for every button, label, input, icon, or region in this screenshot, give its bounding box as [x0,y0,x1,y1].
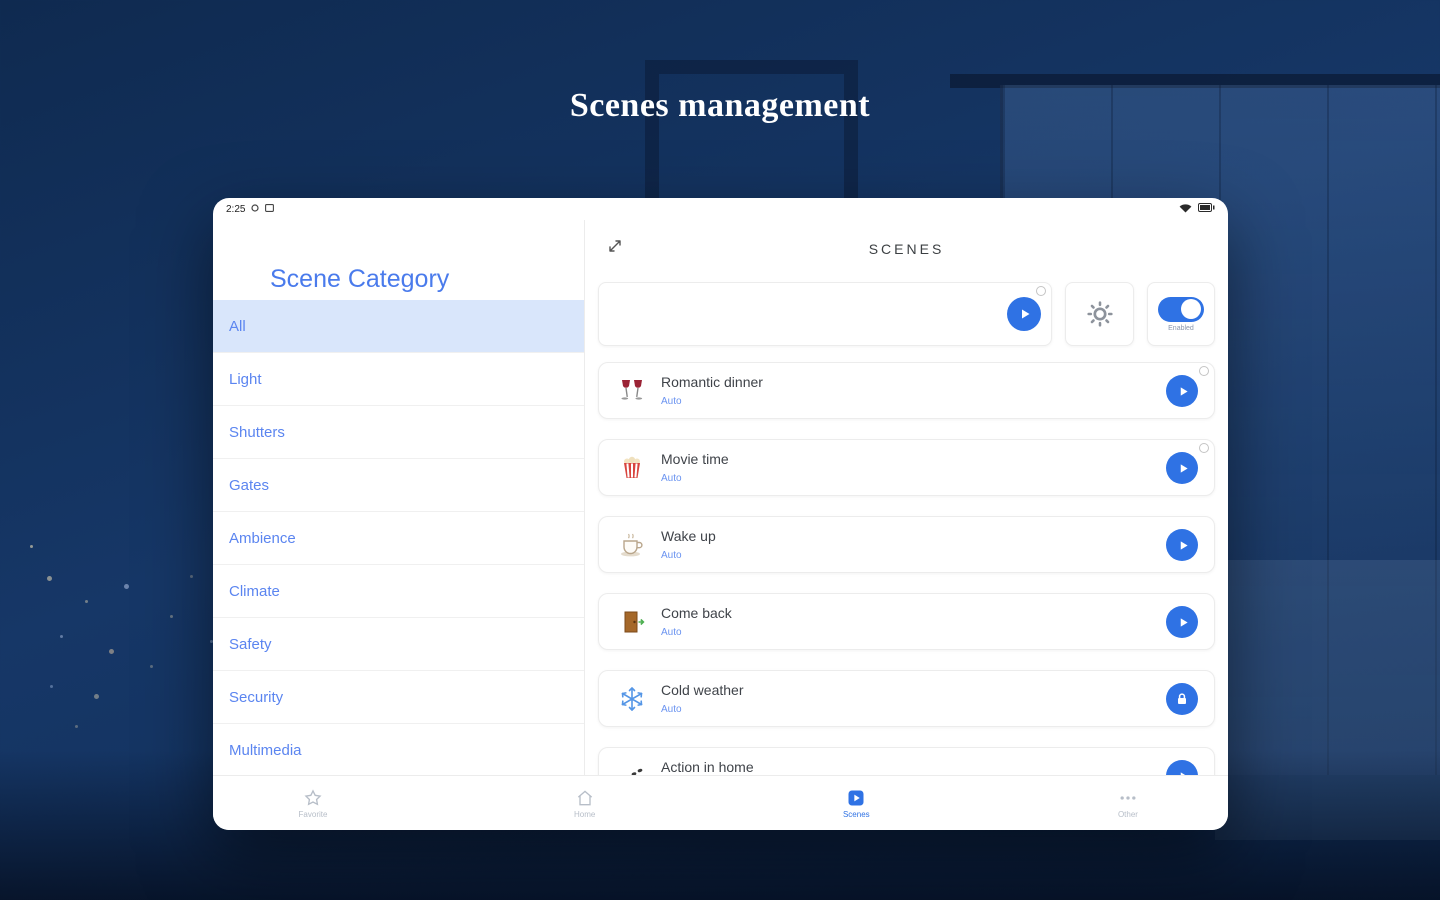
bottom-nav: Favorite Home Scenes Other [213,775,1228,830]
info-badge [1199,366,1209,376]
nav-label: Home [573,809,596,819]
info-badge [1199,443,1209,453]
sidebar-item-ambience[interactable]: Ambience [213,512,584,565]
screenshot-icon [265,203,275,215]
nav-item-scenes[interactable]: Scenes [824,776,888,830]
scene-name: Romantic dinner [661,374,763,390]
sidebar-item-label: Multimedia [229,741,302,759]
more-icon [1120,795,1136,800]
scene-name: Movie time [661,451,729,467]
category-list: All Light Shutters Gates Ambience Climat… [213,300,584,775]
footsteps-icon [617,761,647,775]
background-city-lights [30,545,33,548]
scene-card-action-in-home[interactable]: Action in home Auto [598,747,1215,775]
battery-icon [1198,203,1215,215]
scenes-icon [848,790,864,805]
sidebar-item-label: Safety [229,635,272,653]
scene-mode: Auto [661,704,682,715]
scene-mode: Auto [661,627,682,638]
sidebar-item-label: Light [229,370,262,388]
sidebar-title: Scene Category [270,264,450,293]
toggle-knob [1181,299,1201,319]
sidebar-item-label: Climate [229,582,280,600]
background-door-frame [645,60,858,214]
scene-play-button[interactable] [1166,529,1198,561]
scenes-title: SCENES [868,241,945,257]
scene-mode: Auto [661,550,682,561]
scene-name: Wake up [661,528,716,544]
nav-item-other[interactable]: Other [1096,776,1160,830]
door-icon [617,607,647,637]
app-window: 2:25 Scene Category All Light Shutters G… [213,198,1228,830]
scene-list: Romantic dinner Auto Movie time Auto Wak… [598,362,1215,775]
lock-icon [1178,693,1186,704]
scene-card-romantic-dinner[interactable]: Romantic dinner Auto [598,362,1215,419]
scenes-enabled-card: Enabled [1147,282,1215,346]
info-badge [1036,286,1046,296]
sidebar-item-label: All [229,317,246,335]
sidebar-item-light[interactable]: Light [213,353,584,406]
sidebar-item-security[interactable]: Security [213,671,584,724]
scene-name: Come back [661,605,732,621]
scene-mode: Auto [661,396,682,407]
sidebar-item-label: Ambience [229,529,296,547]
scene-card-wake-up[interactable]: Wake up Auto [598,516,1215,573]
sidebar-item-gates[interactable]: Gates [213,459,584,512]
nav-item-home[interactable]: Home [553,776,617,830]
run-all-card[interactable] [598,282,1052,346]
popcorn-icon [617,453,647,483]
nav-item-favorite[interactable]: Favorite [281,776,345,830]
scenes-header: SCENES [585,220,1228,282]
wifi-icon [1179,203,1192,216]
scene-card-come-back[interactable]: Come back Auto [598,593,1215,650]
scenes-panel: SCENES Enabled Romantic dinner Auto Movi… [585,220,1228,775]
page-title: Scenes management [569,86,871,124]
scene-card-movie-time[interactable]: Movie time Auto [598,439,1215,496]
sidebar-item-all[interactable]: All [213,300,584,353]
scenes-enabled-toggle[interactable] [1158,296,1204,322]
scene-play-button[interactable] [1166,606,1198,638]
toggle-label: Enabled [1168,324,1194,332]
gear-icon [1086,301,1113,327]
sidebar-item-label: Security [229,688,284,706]
wine-glasses-icon [617,376,647,406]
scene-play-button[interactable] [1166,452,1198,484]
snowflake-icon [617,684,647,714]
sidebar-item-label: Shutters [229,423,285,441]
status-time: 2:25 [226,203,246,215]
scene-lock-button[interactable] [1166,683,1198,715]
nav-label: Other [1117,809,1138,819]
scene-category-sidebar: Scene Category All Light Shutters Gates … [213,220,585,775]
scenes-settings-button[interactable] [1065,282,1134,346]
sidebar-item-label: Gates [229,476,270,494]
sidebar-item-multimedia[interactable]: Multimedia [213,724,584,775]
nav-label: Favorite [298,809,328,819]
home-icon [577,789,592,805]
run-all-play-button[interactable] [1007,297,1041,331]
scene-name: Action in home [661,759,754,775]
scene-name: Cold weather [661,682,744,698]
scene-card-cold-weather[interactable]: Cold weather Auto [598,670,1215,727]
sidebar-item-shutters[interactable]: Shutters [213,406,584,459]
scene-play-button[interactable] [1166,375,1198,407]
favorite-icon [304,788,322,806]
scene-play-button[interactable] [1166,760,1198,775]
sidebar-item-safety[interactable]: Safety [213,618,584,671]
scenes-toolbar: Enabled [598,282,1215,346]
status-bar: 2:25 [213,198,1228,220]
coffee-icon [617,530,647,560]
scene-mode: Auto [661,473,682,484]
sidebar-item-climate[interactable]: Climate [213,565,584,618]
notification-icon [251,203,260,215]
nav-label: Scenes [842,809,870,819]
